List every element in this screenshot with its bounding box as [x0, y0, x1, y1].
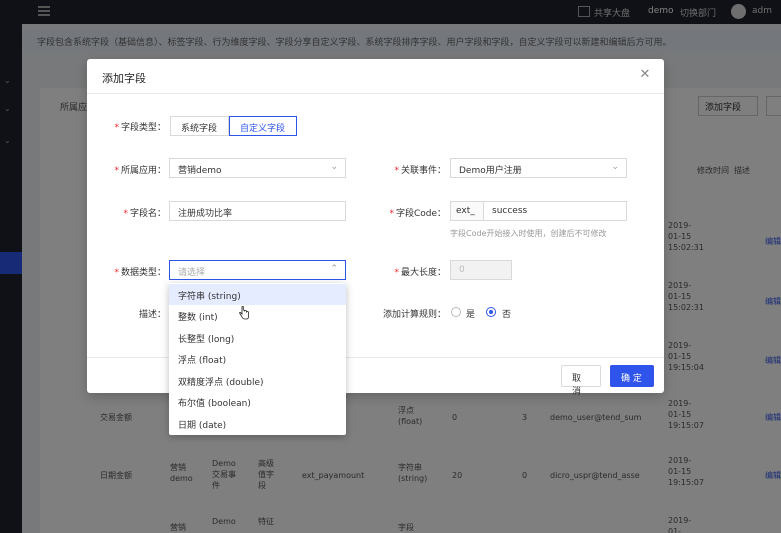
calc-rule-no-label[interactable]: 否: [502, 307, 511, 320]
field-code-hint: 字段Code开始接入时使用，创建后不可修改: [450, 229, 607, 238]
field-code-input[interactable]: success: [483, 201, 627, 221]
dropdown-option-string[interactable]: 字符串 (string): [169, 284, 346, 305]
field-code-label: * 字段Code：: [389, 209, 446, 219]
app-label-text: 所属应用：: [120, 166, 166, 176]
data-type-label: * 数据类型：: [114, 268, 166, 278]
data-type-placeholder: 请选择: [178, 268, 206, 278]
description-label: 描述：: [138, 310, 166, 320]
confirm-button[interactable]: 确 定: [610, 365, 654, 387]
field-type-label-text: 字段类型：: [120, 123, 166, 133]
app-select-value: 营销demo: [178, 166, 222, 176]
field-code-prefix: ext_: [450, 201, 484, 221]
field-type-system-option[interactable]: 系统字段: [170, 116, 229, 136]
dropdown-option-boolean[interactable]: 布尔值 (boolean): [169, 391, 346, 412]
calc-rule-label: 添加计算规则：: [382, 310, 446, 320]
field-code-label-text: 字段Code：: [395, 209, 446, 219]
field-name-input[interactable]: 注册成功比率: [169, 201, 346, 221]
dropdown-option-int[interactable]: 整数 (int): [169, 305, 346, 326]
modal-title: 添加字段: [102, 72, 146, 85]
dropdown-option-date[interactable]: 日期 (date): [169, 413, 346, 434]
data-type-select[interactable]: 请选择 ⌃: [169, 260, 346, 280]
chevron-down-icon: ⌄: [330, 162, 338, 172]
event-label-text: 关联事件：: [400, 166, 446, 176]
close-icon[interactable]: ✕: [638, 68, 652, 82]
dropdown-option-double[interactable]: 双精度浮点 (double): [169, 370, 346, 391]
max-length-input: 0: [450, 260, 512, 280]
event-label: * 关联事件：: [394, 166, 446, 176]
calc-rule-yes-label[interactable]: 是: [466, 307, 475, 320]
dropdown-option-long[interactable]: 长整型 (long): [169, 327, 346, 348]
data-type-dropdown: 字符串 (string) 整数 (int) 长整型 (long) 浮点 (flo…: [169, 283, 346, 435]
data-type-label-text: 数据类型：: [120, 268, 166, 278]
app-select[interactable]: 营销demo ⌄: [169, 158, 346, 178]
calc-rule-no-radio[interactable]: [486, 307, 496, 317]
field-name-label: * 字段名：: [123, 209, 166, 219]
hand-cursor-icon: [239, 306, 249, 320]
dropdown-option-float[interactable]: 浮点 (float): [169, 348, 346, 369]
calc-rule-yes-radio[interactable]: [451, 307, 461, 317]
field-type-custom-option[interactable]: 自定义字段: [229, 116, 297, 136]
field-type-label: * 字段类型：: [114, 123, 166, 133]
chevron-up-icon: ⌃: [330, 264, 338, 274]
cancel-button[interactable]: 取 消: [561, 365, 601, 397]
field-name-label-text: 字段名：: [129, 209, 166, 219]
event-select-value: Demo用户注册: [459, 166, 522, 176]
app-label: * 所属应用：: [114, 166, 166, 176]
event-select[interactable]: Demo用户注册 ⌄: [450, 158, 627, 178]
modal-header: 添加字段 ✕: [87, 59, 664, 94]
chevron-down-icon: ⌄: [611, 162, 619, 172]
max-length-label-text: 最大长度：: [400, 268, 446, 278]
max-length-label: * 最大长度：: [394, 268, 446, 278]
